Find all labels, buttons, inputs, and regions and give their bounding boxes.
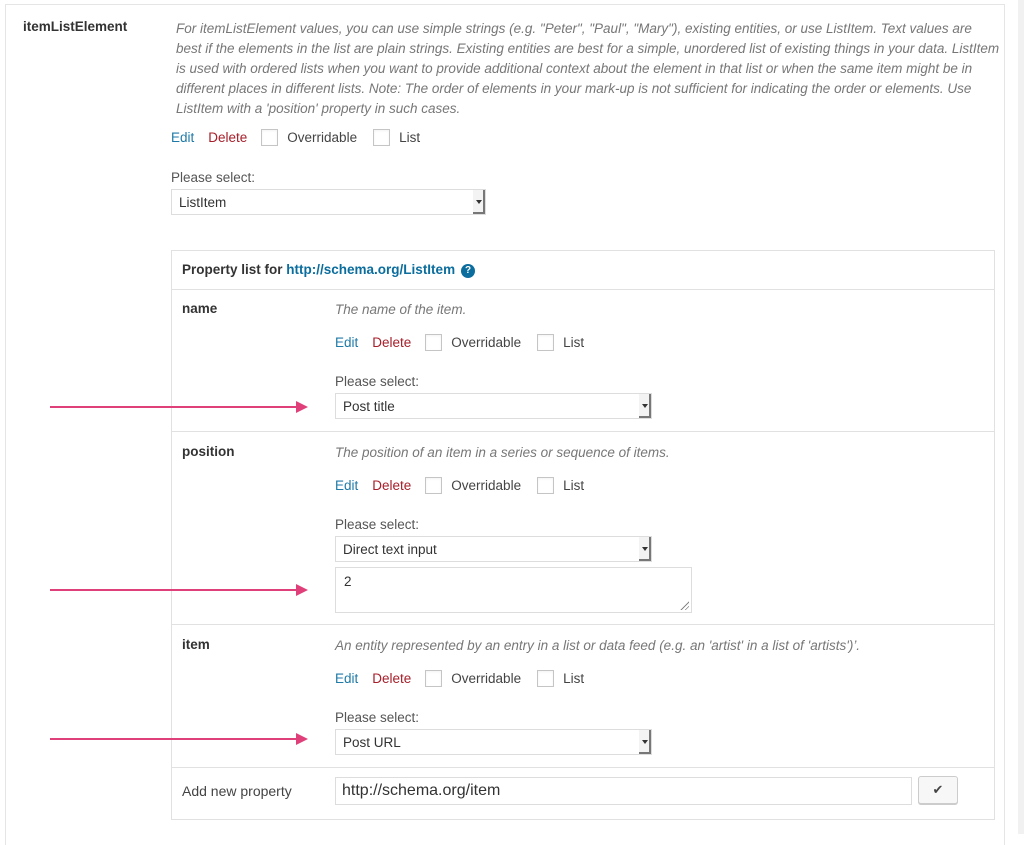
annotation-arrow-name	[50, 401, 308, 413]
select-value: Post URL	[343, 735, 401, 750]
property-actions: Edit Delete Overridable List	[171, 129, 436, 146]
edit-link[interactable]: Edit	[335, 478, 358, 493]
property-row-itemlistelement: itemListElement For itemListElement valu…	[5, 4, 1005, 845]
property-list-panel: Property list for http://schema.org/List…	[171, 250, 995, 820]
select-value: Direct text input	[343, 542, 437, 557]
edit-link[interactable]: Edit	[335, 671, 358, 686]
row-label: position	[182, 444, 235, 459]
overridable-checkbox[interactable]	[261, 129, 279, 146]
add-property-row: Add new property http://schema.org/item …	[172, 767, 994, 819]
overridable-label: Overridable	[451, 478, 522, 493]
list-checkbox[interactable]	[537, 477, 555, 494]
title-prefix: Property list for	[182, 262, 283, 277]
list-label: List	[563, 478, 585, 493]
select-label: Please select:	[335, 710, 420, 725]
overridable-checkbox[interactable]	[425, 670, 443, 687]
row-description: The name of the item.	[335, 302, 467, 317]
row-description: An entity represented by an entry in a l…	[335, 638, 861, 653]
edit-link[interactable]: Edit	[335, 335, 358, 350]
row-actions: Edit Delete Overridable List	[335, 477, 600, 494]
page-scroll-gutter	[1018, 0, 1024, 834]
select-value: Post title	[343, 399, 395, 414]
overridable-label: Overridable	[451, 335, 522, 350]
add-property-label: Add new property	[182, 783, 292, 799]
chevron-down-icon	[473, 190, 485, 214]
overridable-label: Overridable	[287, 130, 358, 145]
row-label: name	[182, 301, 218, 316]
chevron-down-icon	[639, 730, 651, 754]
property-row-item: item An entity represented by an entry i…	[172, 625, 994, 768]
annotation-arrow-position	[50, 584, 308, 596]
input-value: http://schema.org/item	[342, 782, 501, 799]
list-label: List	[563, 671, 585, 686]
row-description: The position of an item in a series or s…	[335, 445, 670, 460]
direct-text-input[interactable]: 2	[335, 567, 692, 613]
list-checkbox[interactable]	[537, 670, 555, 687]
property-row-position: position The position of an item in a se…	[172, 432, 994, 625]
list-checkbox[interactable]	[373, 129, 391, 146]
checkmark-icon: ✔	[932, 782, 944, 797]
edit-link[interactable]: Edit	[171, 130, 194, 145]
list-label: List	[563, 335, 585, 350]
overridable-label: Overridable	[451, 671, 522, 686]
source-select[interactable]: Direct text input	[335, 536, 652, 562]
list-label: List	[399, 130, 421, 145]
overridable-checkbox[interactable]	[425, 477, 443, 494]
add-property-input[interactable]: http://schema.org/item	[335, 777, 912, 805]
confirm-add-button[interactable]: ✔	[918, 776, 958, 804]
delete-link[interactable]: Delete	[372, 671, 411, 686]
select-value: ListItem	[179, 195, 227, 210]
text-value: 2	[344, 574, 352, 589]
property-description: For itemListElement values, you can use …	[176, 21, 1000, 116]
list-checkbox[interactable]	[537, 334, 555, 351]
property-list-header: Property list for http://schema.org/List…	[172, 251, 994, 290]
select-label: Please select:	[335, 374, 420, 389]
chevron-down-icon	[639, 394, 651, 418]
property-label: itemListElement	[23, 19, 128, 34]
resize-handle-icon[interactable]	[679, 600, 689, 610]
select-label: Please select:	[171, 170, 256, 185]
chevron-down-icon	[639, 537, 651, 561]
row-actions: Edit Delete Overridable List	[335, 670, 600, 687]
source-select[interactable]: Post title	[335, 393, 652, 419]
row-actions: Edit Delete Overridable List	[335, 334, 600, 351]
delete-link[interactable]: Delete	[208, 130, 247, 145]
row-label: item	[182, 637, 210, 652]
property-list-title: Property list for http://schema.org/List…	[182, 262, 476, 278]
overridable-checkbox[interactable]	[425, 334, 443, 351]
delete-link[interactable]: Delete	[372, 478, 411, 493]
source-select[interactable]: Post URL	[335, 729, 652, 755]
type-select[interactable]: ListItem	[171, 189, 486, 215]
schema-link[interactable]: http://schema.org/ListItem	[286, 262, 455, 277]
help-icon[interactable]: ?	[461, 264, 476, 278]
select-label: Please select:	[335, 517, 420, 532]
delete-link[interactable]: Delete	[372, 335, 411, 350]
annotation-arrow-item	[50, 733, 308, 745]
